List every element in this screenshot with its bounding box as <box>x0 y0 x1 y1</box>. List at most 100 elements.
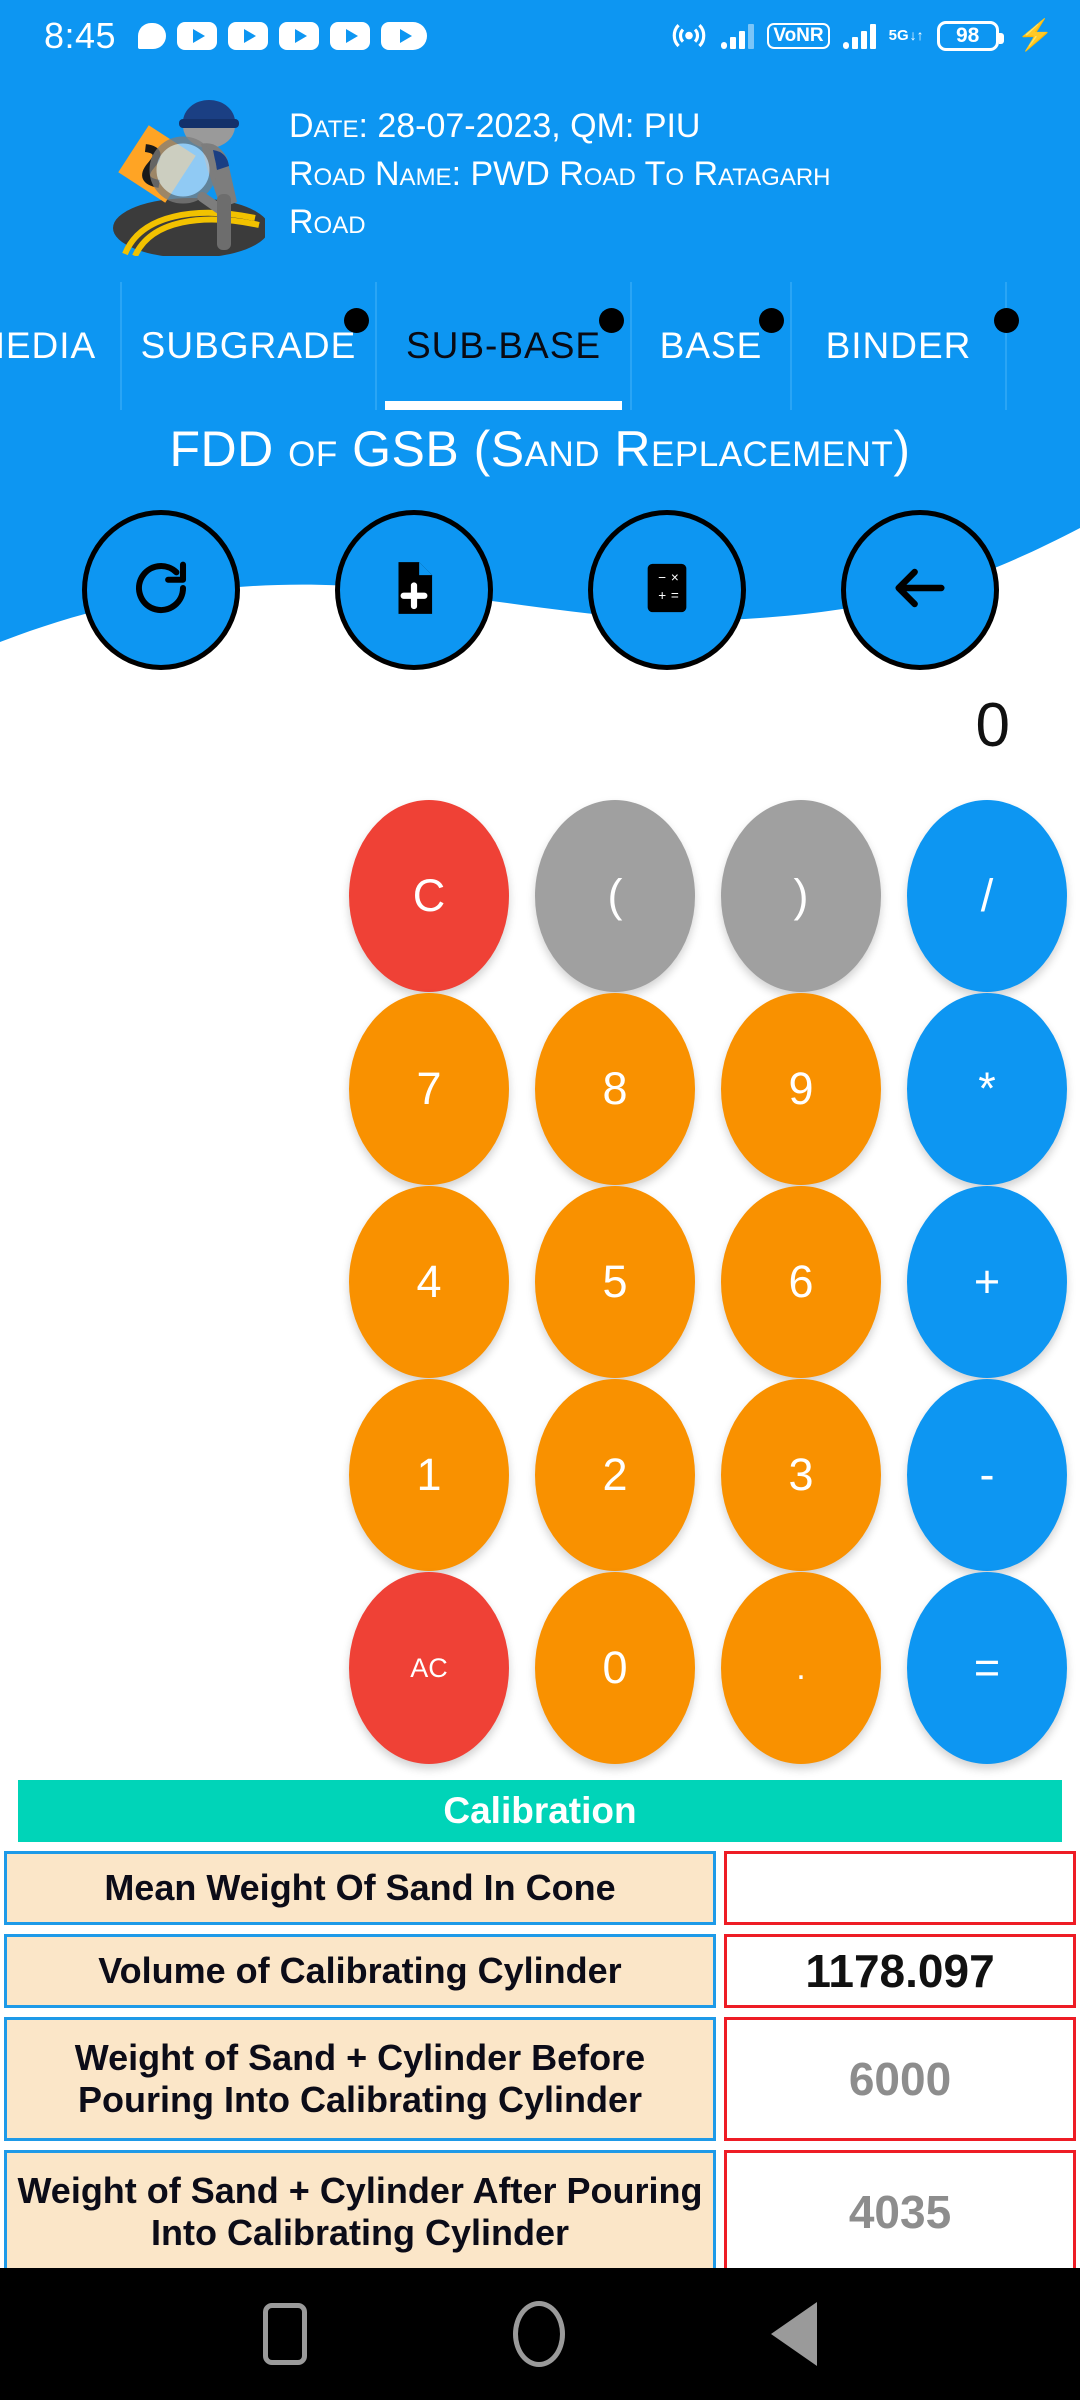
tab-sub-base[interactable]: SUB-BASE <box>377 282 632 410</box>
row-value-input[interactable]: 1178.097 <box>724 1934 1076 2008</box>
vonr-badge: VoNR <box>767 23 830 49</box>
key-multiply[interactable]: * <box>894 993 1080 1185</box>
svg-text:+: + <box>658 588 666 603</box>
key-label: / <box>907 800 1067 992</box>
charging-bolt-icon: ⚡ <box>1016 19 1054 52</box>
network-5g-icon: 5G ↓↑ <box>888 26 924 44</box>
tab-badge-dot <box>344 308 369 333</box>
signal-bars-icon <box>842 23 876 49</box>
android-nav-bar <box>0 2268 1080 2400</box>
key-4[interactable]: 4 <box>336 1186 522 1378</box>
key-label: 3 <box>721 1379 881 1571</box>
key-minus[interactable]: - <box>894 1379 1080 1571</box>
key-label: = <box>907 1572 1067 1764</box>
key-3[interactable]: 3 <box>708 1379 894 1571</box>
key-label: . <box>721 1572 881 1764</box>
network-5g-label: 5G <box>888 26 909 44</box>
tab-label: BINDER <box>825 325 972 366</box>
key-label: C <box>349 800 509 992</box>
calculator-icon: − × + = <box>638 559 696 622</box>
key-plus[interactable]: + <box>894 1186 1080 1378</box>
svg-text:−: − <box>658 570 666 585</box>
key-label: 0 <box>535 1572 695 1764</box>
header-date-line: Date: 28-07-2023, QM: PIU <box>289 107 701 145</box>
key-8[interactable]: 8 <box>522 993 708 1185</box>
tab-binder[interactable]: BINDER <box>792 282 1019 410</box>
key-label: - <box>907 1379 1067 1571</box>
tab-base[interactable]: BASE <box>632 282 792 410</box>
table-row: Weight of Sand + Cylinder Before Pouring… <box>0 2017 1080 2141</box>
table-row: Volume of Calibrating Cylinder 1178.097 <box>0 1934 1080 2008</box>
battery-icon: 98 <box>936 21 1004 51</box>
key-all-clear[interactable]: AC <box>336 1572 522 1764</box>
calibration-section: Calibration Mean Weight Of Sand In Cone … <box>0 1780 1080 2274</box>
header-info: Date: 28-07-2023, QM: PIU Road Name: PWD… <box>289 86 831 246</box>
calibration-section-title: Calibration <box>18 1780 1062 1842</box>
tab-badge-dot <box>994 308 1019 333</box>
refresh-icon <box>128 555 194 626</box>
refresh-button[interactable] <box>81 510 240 670</box>
recents-square-icon[interactable] <box>263 2303 307 2365</box>
video-play-icon <box>330 22 371 50</box>
row-value-input[interactable]: 4035 <box>724 2150 1076 2274</box>
calculator-keypad: C ( ) / 7 8 9 * 4 5 6 + 1 2 3 - AC 0 . = <box>336 800 1080 1765</box>
tab-badge-dot <box>759 308 784 333</box>
status-bar: 8:45 VoNR 5G ↓↑ 98 ⚡ <box>0 0 1080 72</box>
row-value-input[interactable]: 6000 <box>724 2017 1076 2141</box>
key-clear[interactable]: C <box>336 800 522 992</box>
svg-text:×: × <box>670 570 678 585</box>
video-play-icon <box>381 22 428 50</box>
key-paren-close[interactable]: ) <box>708 800 894 992</box>
svg-text:=: = <box>670 588 678 603</box>
key-9[interactable]: 9 <box>708 993 894 1185</box>
new-file-button[interactable] <box>334 510 493 670</box>
keypad-row: 1 2 3 - <box>336 1379 1080 1571</box>
calculator-display: 0 <box>975 691 1010 760</box>
table-row: Weight of Sand + Cylinder After Pouring … <box>0 2150 1080 2274</box>
key-label: 7 <box>349 993 509 1185</box>
row-label: Mean Weight Of Sand In Cone <box>4 1851 716 1925</box>
key-label: ) <box>721 800 881 992</box>
video-play-icon <box>279 22 320 50</box>
keypad-row: 4 5 6 + <box>336 1186 1080 1378</box>
status-time: 8:45 <box>44 15 117 56</box>
network-arrows-label: ↓↑ <box>909 27 924 44</box>
key-5[interactable]: 5 <box>522 1186 708 1378</box>
keypad-row: AC 0 . = <box>336 1572 1080 1764</box>
tab-subgrade[interactable]: SUBGRADE <box>122 282 377 410</box>
keypad-row: 7 8 9 * <box>336 993 1080 1185</box>
key-6[interactable]: 6 <box>708 1186 894 1378</box>
key-label: 4 <box>349 1186 509 1378</box>
back-button[interactable] <box>840 510 999 670</box>
row-label: Volume of Calibrating Cylinder <box>4 1934 716 2008</box>
key-equals[interactable]: = <box>894 1572 1080 1764</box>
tab-label: SUBGRADE <box>140 325 357 366</box>
row-label: Weight of Sand + Cylinder Before Pouring… <box>4 2017 716 2141</box>
header-road-line-cont: Road <box>289 203 366 241</box>
back-triangle-icon[interactable] <box>771 2302 817 2366</box>
home-circle-icon[interactable] <box>513 2301 565 2367</box>
key-label: AC <box>349 1572 509 1764</box>
tab-label: SUB-BASE <box>405 325 602 366</box>
key-2[interactable]: 2 <box>522 1379 708 1571</box>
arrow-left-icon <box>888 556 952 625</box>
row-value-input[interactable] <box>724 1851 1076 1925</box>
calculator-button[interactable]: − × + = <box>587 510 746 670</box>
tab-label: MEDIA <box>0 325 97 366</box>
key-0[interactable]: 0 <box>522 1572 708 1764</box>
key-decimal[interactable]: . <box>708 1572 894 1764</box>
key-1[interactable]: 1 <box>336 1379 522 1571</box>
tab-media[interactable]: MEDIA <box>0 282 122 410</box>
status-notification-icons <box>138 22 428 50</box>
key-label: 8 <box>535 993 695 1185</box>
key-7[interactable]: 7 <box>336 993 522 1185</box>
signal-bars-icon <box>721 23 755 49</box>
row-label: Weight of Sand + Cylinder After Pouring … <box>4 2150 716 2274</box>
key-label: 6 <box>721 1186 881 1378</box>
tab-label: BASE <box>659 325 763 366</box>
key-label: 5 <box>535 1186 695 1378</box>
key-divide[interactable]: / <box>894 800 1080 992</box>
chat-bubble-icon <box>138 23 167 49</box>
header-road-line: Road Name: PWD Road To Ratagarh <box>289 155 831 193</box>
key-paren-open[interactable]: ( <box>522 800 708 992</box>
